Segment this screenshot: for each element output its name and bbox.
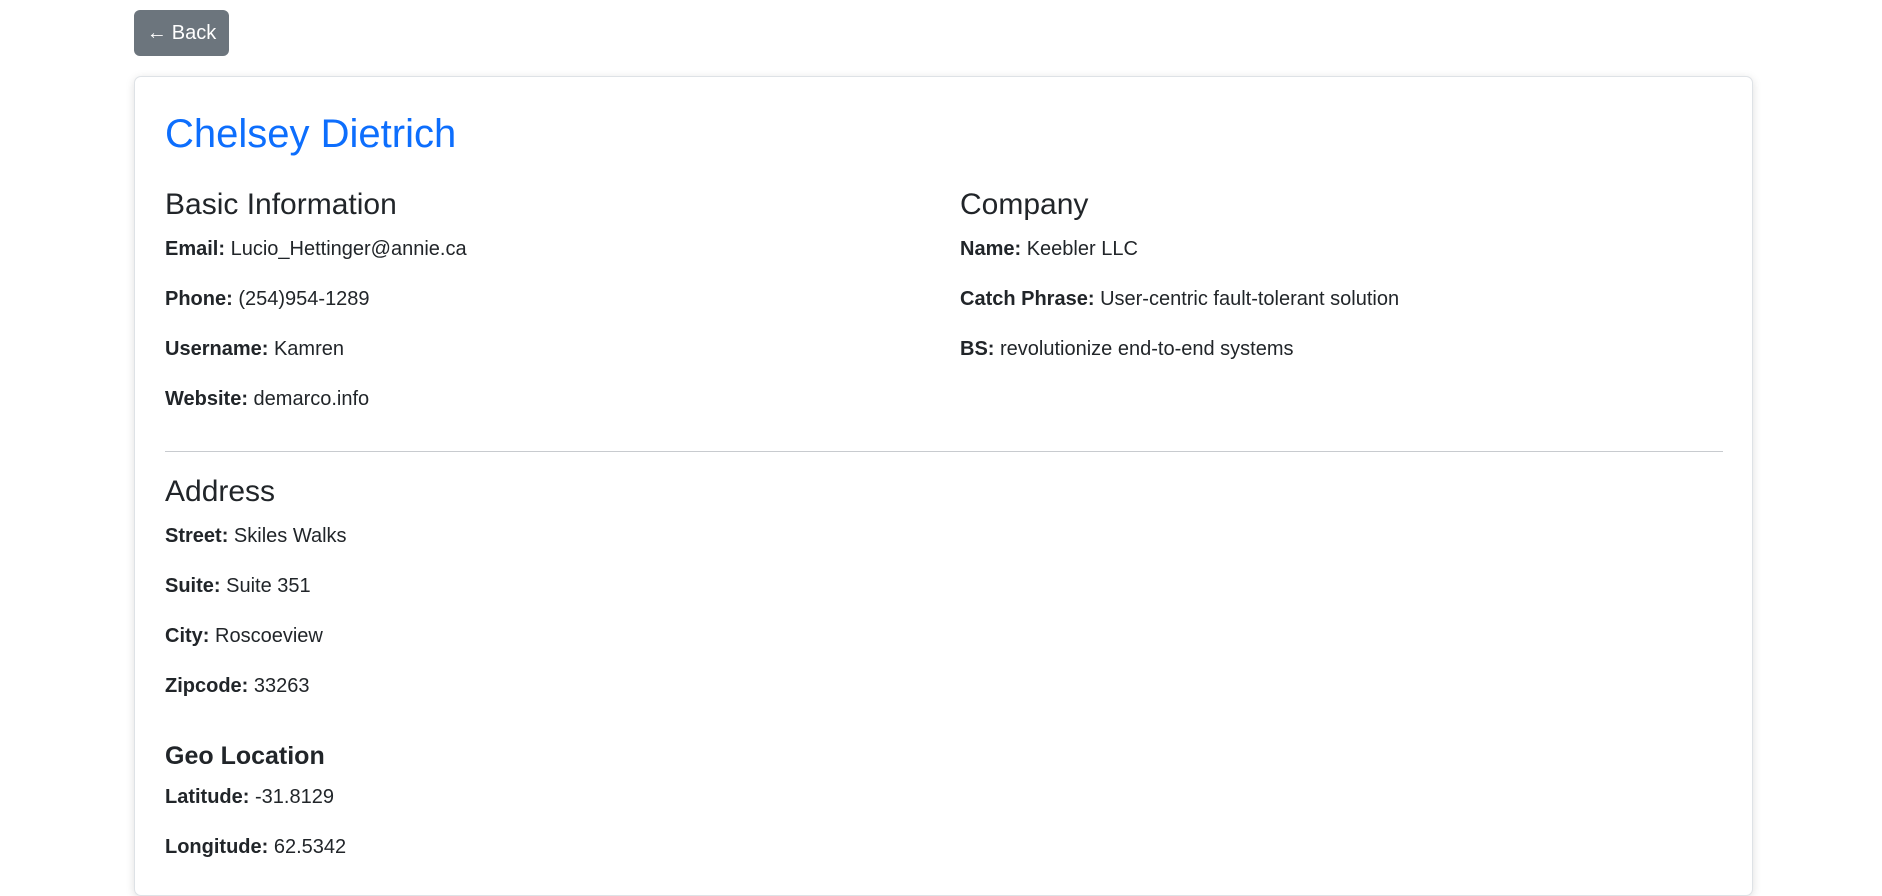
latitude-value: -31.8129 bbox=[255, 786, 334, 808]
company-heading: Company bbox=[960, 188, 1089, 221]
longitude-field: Longitude: 62.5342 bbox=[165, 835, 346, 859]
geo-location-heading: Geo Location bbox=[165, 742, 325, 770]
latitude-field: Latitude: -31.8129 bbox=[165, 785, 334, 809]
zipcode-label: Zipcode: bbox=[165, 675, 249, 697]
city-value: Roscoeview bbox=[215, 625, 323, 647]
street-value: Skiles Walks bbox=[233, 525, 347, 547]
user-detail-card: Chelsey Dietrich Basic Information Email… bbox=[134, 76, 1753, 896]
catch-phrase-label: Catch Phrase: bbox=[960, 288, 1095, 310]
company-name-label: Name: bbox=[960, 238, 1022, 260]
user-name-title: Chelsey Dietrich bbox=[165, 112, 457, 156]
company-name-field: Name: Keebler LLC bbox=[960, 237, 1138, 261]
website-field: Website: demarco.info bbox=[165, 387, 369, 411]
back-button-label: Back bbox=[171, 21, 217, 44]
latitude-label: Latitude: bbox=[165, 786, 250, 808]
username-value: Kamren bbox=[273, 338, 344, 360]
back-button[interactable]: ← Back bbox=[134, 10, 229, 56]
suite-field: Suite: Suite 351 bbox=[165, 574, 311, 598]
website-value: demarco.info bbox=[253, 388, 370, 410]
phone-label: Phone: bbox=[165, 288, 233, 310]
street-field: Street: Skiles Walks bbox=[165, 524, 347, 548]
longitude-label: Longitude: bbox=[165, 836, 269, 858]
catch-phrase-field: Catch Phrase: User-centric fault-toleran… bbox=[960, 287, 1399, 311]
company-name-value: Keebler LLC bbox=[1026, 238, 1138, 260]
username-field: Username: Kamren bbox=[165, 337, 344, 361]
username-label: Username: bbox=[165, 338, 269, 360]
zipcode-field: Zipcode: 33263 bbox=[165, 674, 310, 698]
street-label: Street: bbox=[165, 525, 229, 547]
basic-info-heading: Basic Information bbox=[165, 188, 397, 221]
zipcode-value: 33263 bbox=[253, 675, 310, 697]
bs-value: revolutionize end-to-end systems bbox=[1000, 338, 1294, 360]
catch-phrase-value: User-centric fault-tolerant solution bbox=[1100, 288, 1400, 310]
address-heading: Address bbox=[165, 475, 276, 508]
city-field: City: Roscoeview bbox=[165, 624, 323, 648]
suite-value: Suite 351 bbox=[226, 575, 311, 597]
bs-field: BS: revolutionize end-to-end systems bbox=[960, 337, 1294, 361]
phone-field: Phone: (254)954-1289 bbox=[165, 287, 370, 311]
section-divider bbox=[165, 451, 1723, 452]
email-field: Email: Lucio_Hettinger@annie.ca bbox=[165, 237, 467, 261]
city-label: City: bbox=[165, 625, 210, 647]
suite-label: Suite: bbox=[165, 575, 221, 597]
bs-label: BS: bbox=[960, 338, 995, 360]
email-value: Lucio_Hettinger@annie.ca bbox=[230, 238, 467, 260]
website-label: Website: bbox=[165, 388, 248, 410]
phone-value: (254)954-1289 bbox=[238, 288, 370, 310]
longitude-value: 62.5342 bbox=[273, 836, 347, 858]
email-label: Email: bbox=[165, 238, 226, 260]
back-arrow-icon: ← bbox=[146, 21, 167, 44]
